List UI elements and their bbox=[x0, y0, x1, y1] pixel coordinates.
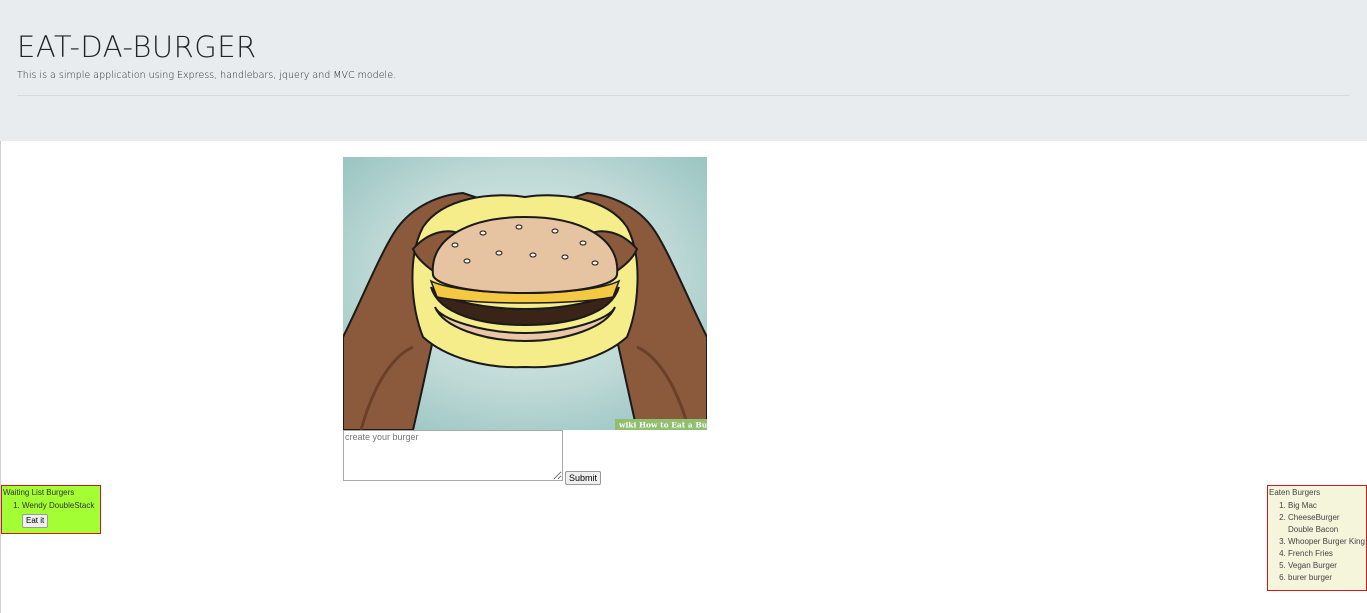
header-divider bbox=[17, 95, 1350, 96]
submit-button[interactable]: Submit bbox=[565, 471, 602, 485]
watermark-text: wiki How to Eat a Burger bbox=[618, 421, 707, 430]
page-edge-line bbox=[0, 141, 1, 613]
eaten-list-panel: Eaten Burgers Big Mac CheeseBurger Doubl… bbox=[1267, 485, 1367, 591]
list-item: CheeseBurger Double Bacon bbox=[1288, 512, 1366, 536]
eaten-list-title: Eaten Burgers bbox=[1269, 488, 1321, 497]
list-item: Vegan Burger bbox=[1288, 560, 1366, 572]
list-item: Whooper Burger King bbox=[1288, 536, 1366, 548]
waiting-list: Wendy DoubleStack Eat it bbox=[2, 500, 94, 528]
page-subtitle: This is a simple application using Expre… bbox=[17, 70, 397, 81]
eat-it-button[interactable]: Eat it bbox=[22, 514, 49, 528]
list-item: Big Mac bbox=[1288, 500, 1366, 512]
list-item: burer burger bbox=[1288, 572, 1366, 584]
eaten-list: Big Mac CheeseBurger Double Bacon Whoope… bbox=[1268, 500, 1366, 584]
burger-name: Wendy DoubleStack bbox=[22, 501, 95, 510]
waiting-list-panel: Waiting List Burgers Wendy DoubleStack E… bbox=[1, 485, 101, 534]
list-item: Wendy DoubleStack Eat it bbox=[22, 500, 94, 528]
page-title: EAT-DA-BURGER bbox=[17, 30, 257, 64]
header-jumbotron: EAT-DA-BURGER This is a simple applicati… bbox=[0, 0, 1367, 141]
waiting-list-title: Waiting List Burgers bbox=[3, 488, 75, 497]
burger-illustration: wiki How to Eat a Burger bbox=[343, 157, 707, 430]
list-item: French Fries bbox=[1288, 548, 1366, 560]
burger-name-input[interactable] bbox=[343, 430, 563, 481]
